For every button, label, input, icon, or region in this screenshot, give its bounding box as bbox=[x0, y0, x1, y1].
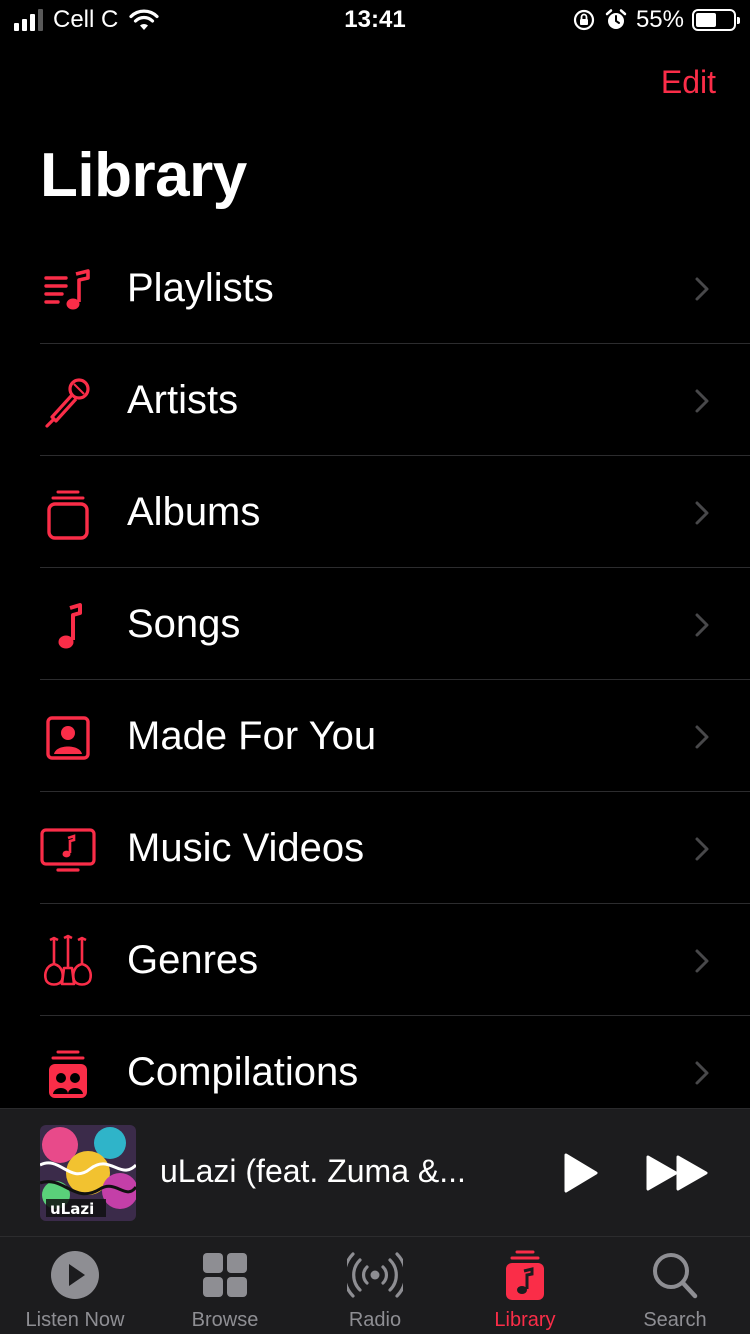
battery-icon bbox=[692, 9, 740, 31]
status-right: 55% bbox=[572, 6, 740, 34]
grid-icon bbox=[203, 1253, 247, 1297]
tab-label: Browse bbox=[191, 1309, 259, 1331]
list-item-music-videos[interactable]: Music Videos bbox=[0, 792, 750, 904]
chevron-right-icon bbox=[695, 949, 709, 973]
list-item-albums[interactable]: Albums bbox=[0, 456, 750, 568]
page-title: Library bbox=[40, 141, 247, 210]
edit-button[interactable]: Edit bbox=[661, 64, 716, 101]
music-note-icon bbox=[58, 603, 82, 649]
list-item-label: Albums bbox=[127, 490, 261, 534]
mini-player[interactable]: uLazi uLazi (feat. Zuma &... bbox=[0, 1108, 750, 1236]
tab-radio[interactable]: Radio bbox=[300, 1237, 450, 1334]
tab-library[interactable]: Library bbox=[450, 1237, 600, 1334]
tab-label: Listen Now bbox=[25, 1309, 125, 1331]
list-item-artists[interactable]: Artists bbox=[0, 344, 750, 456]
orientation-lock-icon bbox=[573, 9, 595, 31]
tab-label: Radio bbox=[348, 1309, 402, 1331]
tab-search[interactable]: Search bbox=[600, 1237, 750, 1334]
chevron-right-icon bbox=[695, 613, 709, 637]
fast-forward-icon bbox=[646, 1155, 708, 1191]
compilation-icon bbox=[49, 1050, 87, 1098]
chevron-right-icon bbox=[695, 837, 709, 861]
person-square-icon bbox=[46, 716, 90, 760]
chevron-right-icon bbox=[695, 389, 709, 413]
list-item-label: Music Videos bbox=[127, 826, 365, 870]
tab-browse[interactable]: Browse bbox=[150, 1237, 300, 1334]
microphone-icon bbox=[45, 378, 90, 428]
list-item-label: Compilations bbox=[127, 1050, 359, 1094]
battery-percent: 55% bbox=[635, 6, 684, 33]
broadcast-icon bbox=[347, 1252, 403, 1298]
chevron-right-icon bbox=[695, 501, 709, 525]
library-icon bbox=[506, 1250, 544, 1300]
list-item-songs[interactable]: Songs bbox=[0, 568, 750, 680]
tab-label: Search bbox=[643, 1309, 707, 1331]
chevron-right-icon bbox=[695, 277, 709, 301]
chevron-right-icon bbox=[695, 1061, 709, 1085]
chevron-right-icon bbox=[695, 725, 709, 749]
playlists-icon bbox=[44, 269, 90, 310]
tab-bar: Listen Now Browse Radio Library Search bbox=[0, 1236, 750, 1334]
tab-listen-now[interactable]: Listen Now bbox=[0, 1237, 150, 1334]
play-circle-icon bbox=[51, 1251, 99, 1299]
list-item-genres[interactable]: Genres bbox=[0, 904, 750, 1016]
list-item-label: Songs bbox=[127, 602, 241, 646]
album-stack-icon bbox=[47, 490, 89, 540]
album-artwork[interactable]: uLazi bbox=[40, 1125, 136, 1221]
tab-label: Library bbox=[494, 1309, 556, 1331]
library-list: Playlists Artists Albums Songs Made For … bbox=[0, 232, 750, 1128]
now-playing-title[interactable]: uLazi (feat. Zuma &... bbox=[160, 1153, 500, 1190]
guitars-icon bbox=[43, 934, 93, 986]
list-item-label: Genres bbox=[127, 938, 259, 982]
list-item-label: Artists bbox=[127, 378, 239, 422]
search-icon bbox=[653, 1253, 698, 1299]
list-item-made-for-you[interactable]: Made For You bbox=[0, 680, 750, 792]
list-item-playlists[interactable]: Playlists bbox=[0, 232, 750, 344]
forward-button[interactable] bbox=[644, 1153, 714, 1193]
artwork-text: uLazi bbox=[50, 1200, 94, 1218]
play-button[interactable] bbox=[556, 1149, 604, 1197]
play-icon bbox=[564, 1153, 598, 1193]
list-item-label: Playlists bbox=[127, 266, 274, 310]
alarm-icon bbox=[605, 9, 627, 29]
status-bar: Cell C 13:41 55% bbox=[0, 0, 750, 42]
tv-music-icon bbox=[40, 828, 96, 872]
list-item-label: Made For You bbox=[127, 714, 377, 758]
